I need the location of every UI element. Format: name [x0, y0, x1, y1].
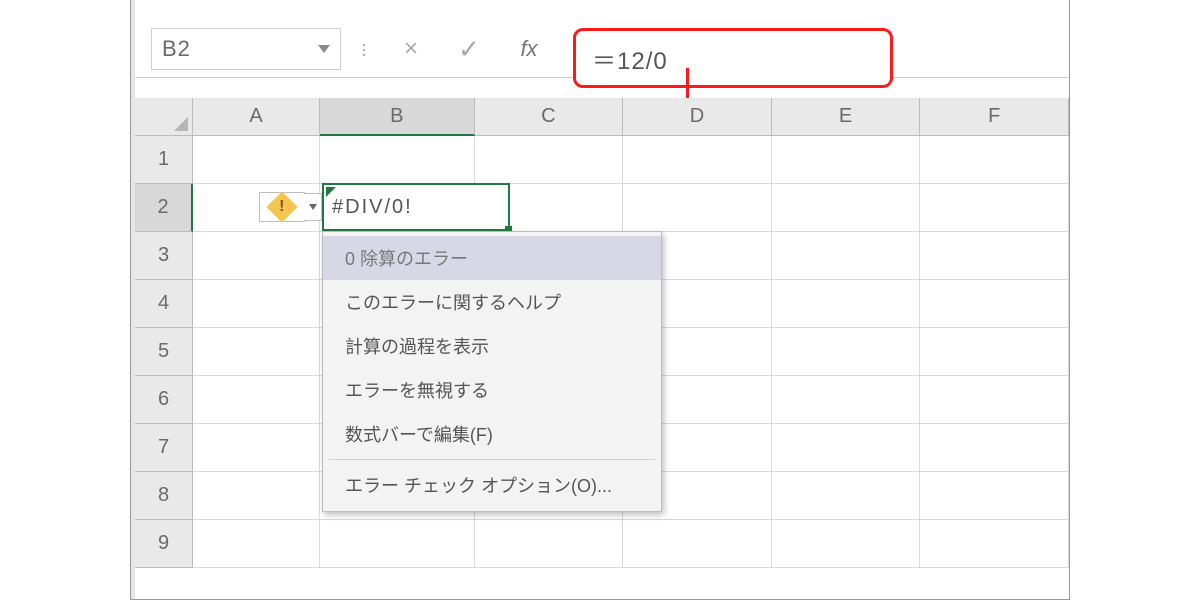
- worksheet-grid: ABCDEF 123456789 #DIV/0! ! 0 除算のエラー このエラ…: [135, 98, 1069, 599]
- cell[interactable]: [772, 280, 921, 328]
- cell[interactable]: [920, 376, 1069, 424]
- cell[interactable]: [193, 136, 320, 184]
- name-box-value: B2: [162, 36, 191, 62]
- formula-bar-input[interactable]: ＝12/0: [573, 28, 893, 88]
- cell[interactable]: [920, 472, 1069, 520]
- cell[interactable]: [772, 232, 921, 280]
- cell[interactable]: [772, 184, 921, 232]
- cell[interactable]: [623, 136, 772, 184]
- cell[interactable]: [772, 472, 921, 520]
- column-header[interactable]: A: [193, 98, 320, 136]
- column-header[interactable]: E: [772, 98, 921, 136]
- cell[interactable]: [623, 184, 772, 232]
- cell[interactable]: [772, 328, 921, 376]
- formula-text: ＝12/0: [592, 41, 668, 76]
- row-header[interactable]: 2: [135, 184, 193, 232]
- error-menu-item[interactable]: このエラーに関するヘルプ: [323, 280, 661, 324]
- cell[interactable]: [772, 520, 921, 568]
- cell[interactable]: [920, 424, 1069, 472]
- error-menu: 0 除算のエラー このエラーに関するヘルプ 計算の過程を表示 エラーを無視する …: [322, 231, 662, 512]
- smart-tag-dropdown-button[interactable]: [304, 193, 322, 221]
- cell[interactable]: [193, 280, 320, 328]
- error-menu-item[interactable]: エラー チェック オプション(O)...: [323, 463, 661, 507]
- error-menu-item[interactable]: 計算の過程を表示: [323, 324, 661, 368]
- row-header[interactable]: 9: [135, 520, 193, 568]
- cell[interactable]: [920, 328, 1069, 376]
- row-header[interactable]: 6: [135, 376, 193, 424]
- row-header[interactable]: 1: [135, 136, 193, 184]
- error-triangle-icon: [326, 187, 336, 197]
- cell[interactable]: [193, 232, 320, 280]
- cell[interactable]: [193, 424, 320, 472]
- cell[interactable]: [475, 136, 624, 184]
- cell[interactable]: [320, 136, 474, 184]
- column-header[interactable]: F: [920, 98, 1069, 136]
- select-all-corner[interactable]: [135, 98, 193, 136]
- row-header[interactable]: 5: [135, 328, 193, 376]
- row-header[interactable]: 4: [135, 280, 193, 328]
- cell[interactable]: [193, 472, 320, 520]
- row-header[interactable]: 7: [135, 424, 193, 472]
- row-headers: 123456789: [135, 136, 193, 599]
- column-header[interactable]: C: [475, 98, 624, 136]
- column-headers: ABCDEF: [193, 98, 1069, 136]
- cell[interactable]: [475, 520, 624, 568]
- cell[interactable]: [920, 184, 1069, 232]
- error-menu-item[interactable]: エラーを無視する: [323, 368, 661, 412]
- cell[interactable]: [920, 520, 1069, 568]
- toolbar-grip: [359, 26, 369, 73]
- cell[interactable]: [193, 376, 320, 424]
- cell[interactable]: [320, 520, 474, 568]
- error-smart-tag[interactable]: !: [259, 192, 305, 222]
- error-menu-item[interactable]: 数式バーで編集(F): [323, 412, 661, 456]
- cancel-icon[interactable]: ×: [387, 28, 435, 70]
- active-cell-value: #DIV/0!: [332, 196, 413, 219]
- cell[interactable]: [772, 136, 921, 184]
- cell[interactable]: [920, 232, 1069, 280]
- cell[interactable]: [193, 520, 320, 568]
- formula-toolbar: B2 × ✓ fx ＝12/0: [135, 22, 1069, 78]
- error-menu-title: 0 除算のエラー: [323, 236, 661, 280]
- row-header[interactable]: 3: [135, 232, 193, 280]
- enter-icon[interactable]: ✓: [445, 28, 493, 70]
- menu-separator: [329, 459, 655, 460]
- cell[interactable]: [193, 328, 320, 376]
- app-frame: B2 × ✓ fx ＝12/0 1 0 で数字を割っている ABCDEF 123…: [130, 0, 1070, 600]
- cell[interactable]: [623, 520, 772, 568]
- cell[interactable]: [772, 424, 921, 472]
- column-header[interactable]: B: [320, 98, 474, 136]
- fx-icon[interactable]: fx: [503, 28, 555, 70]
- warning-icon: !: [266, 191, 297, 222]
- cell[interactable]: [920, 280, 1069, 328]
- name-box[interactable]: B2: [151, 28, 341, 70]
- chevron-down-icon[interactable]: [318, 45, 330, 53]
- cell[interactable]: [772, 376, 921, 424]
- row-header[interactable]: 8: [135, 472, 193, 520]
- column-header[interactable]: D: [623, 98, 772, 136]
- active-cell[interactable]: #DIV/0!: [322, 183, 510, 231]
- cell[interactable]: [920, 136, 1069, 184]
